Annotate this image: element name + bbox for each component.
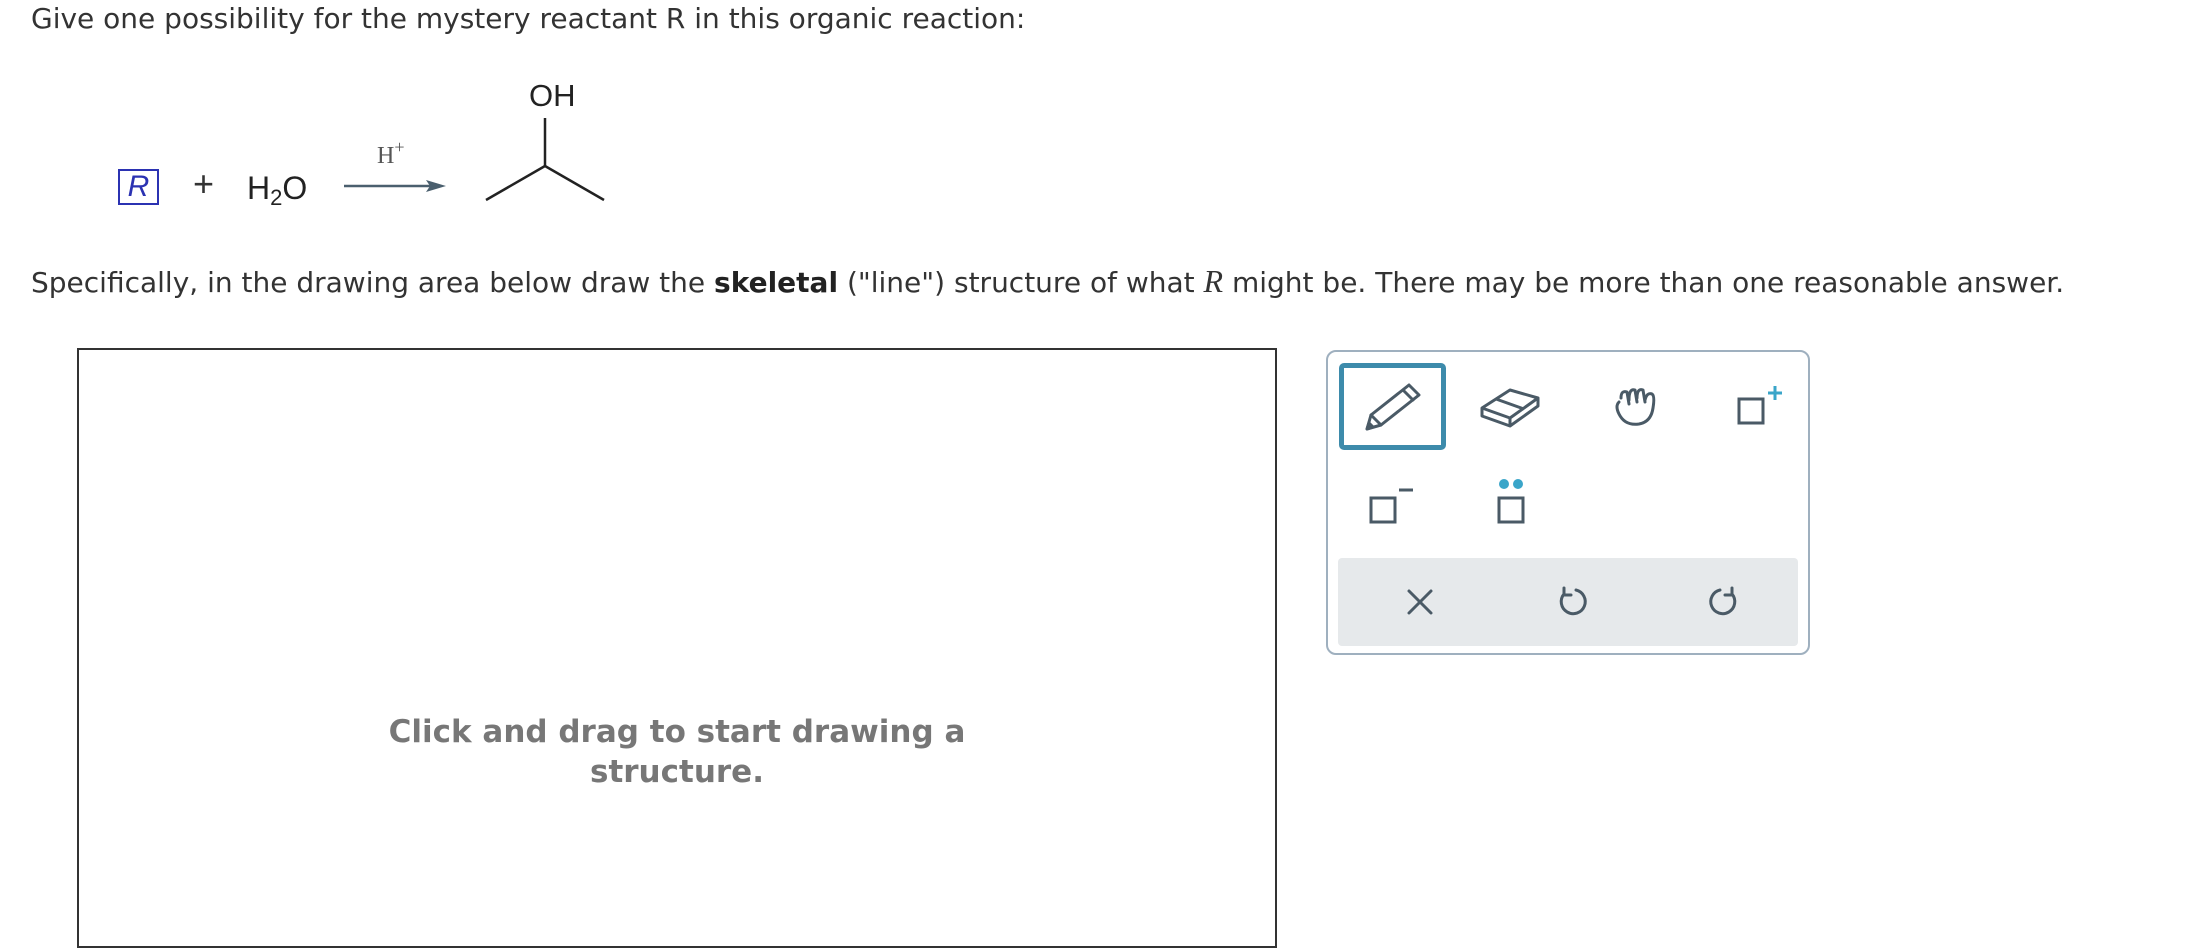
clear-button[interactable] <box>1388 570 1452 634</box>
reaction-scheme: R + H2O H+ OH <box>0 60 700 240</box>
canvas-hint: Click and drag to start drawing a struct… <box>79 712 1275 792</box>
eraser-icon <box>1480 388 1540 428</box>
product-hydroxyl-label: OH <box>529 78 576 113</box>
instruction-part-1: Specifically, in the drawing area below … <box>31 266 715 299</box>
drawing-canvas[interactable]: Click and drag to start drawing a struct… <box>77 348 1277 948</box>
drawing-toolbar <box>1326 350 1810 655</box>
undo-button[interactable] <box>1540 570 1604 634</box>
pencil-tool[interactable] <box>1339 363 1446 450</box>
reaction-arrow <box>344 180 446 192</box>
undo-icon <box>1559 586 1587 616</box>
close-icon <box>1407 589 1433 615</box>
instruction-part-3: might be. There may be more than one rea… <box>1223 266 2065 299</box>
canvas-hint-line-1: Click and drag to start drawing a <box>388 714 966 750</box>
reaction-graphics <box>344 118 605 202</box>
question-prompt: Give one possibility for the mystery rea… <box>31 2 1026 35</box>
instruction-variable: R <box>1203 263 1224 299</box>
negative-charge-tool[interactable] <box>1350 467 1436 537</box>
instruction-part-2: ("line") structure of what <box>838 266 1204 299</box>
redo-icon <box>1709 586 1737 616</box>
positive-charge-icon <box>1737 386 1782 425</box>
eraser-tool[interactable] <box>1470 377 1550 437</box>
drawing-instruction: Specifically, in the drawing area below … <box>31 262 2064 302</box>
positive-charge-tool[interactable] <box>1726 374 1796 440</box>
action-bar <box>1338 558 1798 646</box>
hand-icon <box>1615 388 1656 426</box>
product-structure <box>485 118 605 202</box>
pencil-icon <box>1365 383 1420 430</box>
hand-tool[interactable] <box>1601 372 1677 442</box>
lone-pair-icon <box>1497 479 1525 524</box>
lone-pair-tool[interactable] <box>1470 467 1550 537</box>
negative-charge-icon <box>1369 488 1413 524</box>
canvas-hint-line-2: structure. <box>590 754 764 790</box>
instruction-emphasis: skeletal <box>714 266 839 299</box>
redo-button[interactable] <box>1692 570 1756 634</box>
